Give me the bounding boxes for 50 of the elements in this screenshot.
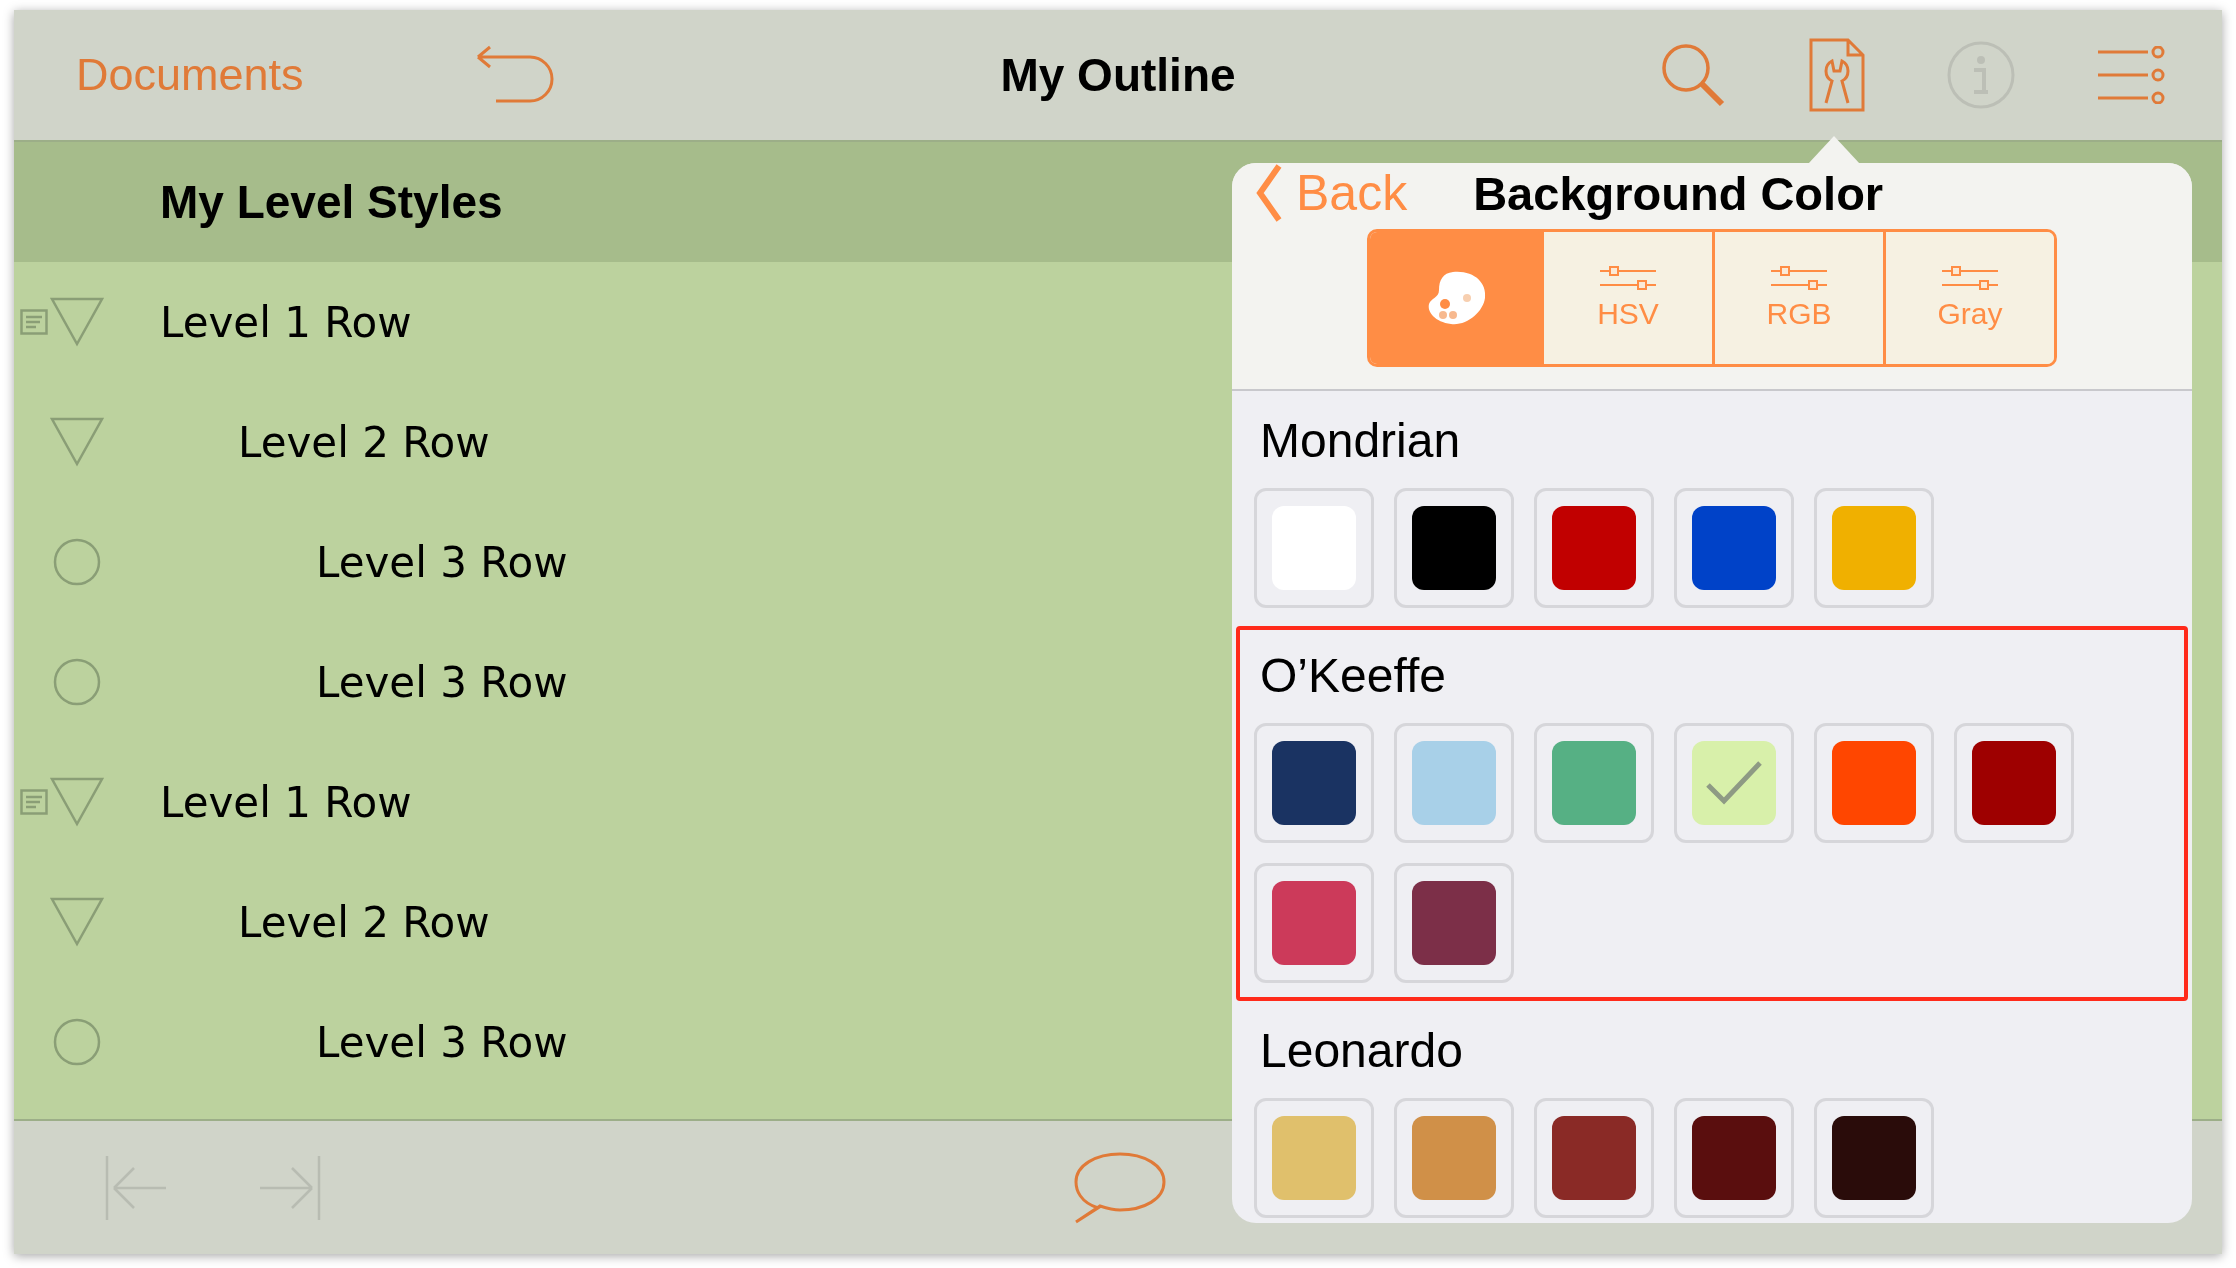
color-swatch[interactable] xyxy=(1394,1098,1514,1218)
color-swatch[interactable] xyxy=(1814,1098,1934,1218)
outline-list-icon[interactable] xyxy=(2096,46,2166,104)
color-swatch[interactable] xyxy=(1674,723,1794,843)
bullet-circle-icon[interactable] xyxy=(52,1017,102,1067)
sliders-icon xyxy=(1942,265,1998,291)
disclosure-triangle-icon[interactable] xyxy=(50,297,104,347)
row-text[interactable]: Level 3 Row xyxy=(316,657,568,707)
color-swatch[interactable] xyxy=(1674,1098,1794,1218)
color-swatch[interactable] xyxy=(1534,1098,1654,1218)
window-title: My Outline xyxy=(1000,48,1236,102)
document-wrench-icon[interactable] xyxy=(1808,37,1866,113)
color-swatch[interactable] xyxy=(1394,488,1514,608)
color-swatch[interactable] xyxy=(1394,723,1514,843)
disclosure-triangle-icon[interactable] xyxy=(50,777,104,827)
color-swatch[interactable] xyxy=(1394,863,1514,983)
color-swatch[interactable] xyxy=(1814,723,1934,843)
palette-name: Leonardo xyxy=(1260,1023,1464,1078)
section-heading: My Level Styles xyxy=(160,175,503,229)
color-swatch[interactable] xyxy=(1954,723,2074,843)
row-text[interactable]: Level 2 Row xyxy=(238,417,490,467)
row-text[interactable]: Level 3 Row xyxy=(316,537,568,587)
color-swatch[interactable] xyxy=(1814,488,1934,608)
palette-name: O’Keeffe xyxy=(1260,648,1447,703)
sliders-icon xyxy=(1771,265,1827,291)
row-text[interactable]: Level 1 Row xyxy=(160,297,412,347)
palette-name: Mondrian xyxy=(1260,413,1462,468)
note-icon[interactable] xyxy=(20,309,48,335)
row-text[interactable]: Level 1 Row xyxy=(160,777,412,827)
color-swatch[interactable] xyxy=(1534,488,1654,608)
color-swatch[interactable] xyxy=(1674,488,1794,608)
bullet-circle-icon[interactable] xyxy=(52,537,102,587)
chevron-left-icon xyxy=(1256,163,1282,223)
indent-arrow-icon[interactable] xyxy=(258,1155,322,1220)
popover-title: Background Color xyxy=(1473,165,1884,221)
color-swatch[interactable] xyxy=(1254,1098,1374,1218)
row-text[interactable]: Level 2 Row xyxy=(238,897,490,947)
disclosure-triangle-icon[interactable] xyxy=(50,897,104,947)
color-swatch[interactable] xyxy=(1254,723,1374,843)
color-swatch[interactable] xyxy=(1534,723,1654,843)
checkmark-icon xyxy=(1704,759,1764,807)
bullet-circle-icon[interactable] xyxy=(52,657,102,707)
color-swatch[interactable] xyxy=(1254,863,1374,983)
outdent-arrow-icon[interactable] xyxy=(104,1155,168,1220)
row-text[interactable]: Level 3 Row xyxy=(316,1017,568,1067)
color-swatch[interactable] xyxy=(1254,488,1374,608)
disclosure-triangle-icon[interactable] xyxy=(50,417,104,467)
sliders-icon xyxy=(1600,265,1656,291)
note-icon[interactable] xyxy=(20,789,48,815)
palette-tab[interactable] xyxy=(1370,232,1541,364)
